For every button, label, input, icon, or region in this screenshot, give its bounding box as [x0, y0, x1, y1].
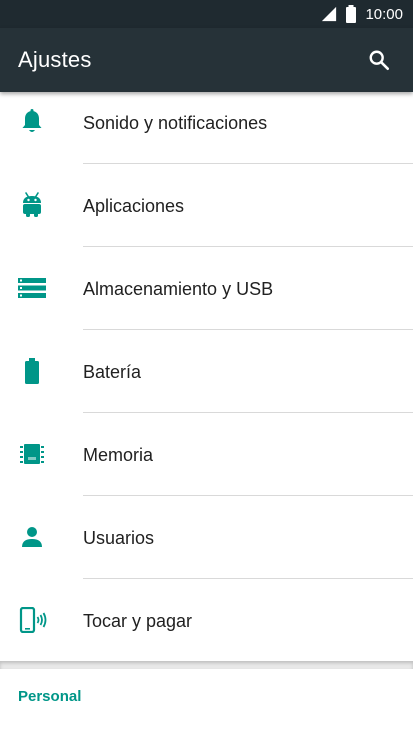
- android-icon: [18, 191, 46, 219]
- app-bar: Ajustes: [0, 28, 413, 92]
- settings-list: Sonido y notificaciones Aplicaciones Alm…: [0, 92, 413, 661]
- settings-item-apps[interactable]: Aplicaciones: [0, 164, 413, 247]
- section-separator: [0, 661, 413, 669]
- settings-item-storage[interactable]: Almacenamiento y USB: [0, 247, 413, 330]
- signal-icon: [321, 5, 337, 23]
- storage-icon: [18, 274, 46, 302]
- status-time: 10:00: [365, 5, 403, 23]
- battery-icon: [18, 357, 46, 385]
- settings-item-label: Usuarios: [83, 528, 155, 548]
- settings-item-label: Memoria: [83, 445, 154, 465]
- settings-item-users[interactable]: Usuarios: [0, 496, 413, 579]
- search-icon: [369, 50, 389, 70]
- person-icon: [18, 523, 46, 551]
- settings-item-battery[interactable]: Batería: [0, 330, 413, 413]
- settings-item-memory[interactable]: Memoria: [0, 413, 413, 496]
- settings-item-label: Almacenamiento y USB: [83, 279, 274, 299]
- settings-item-tap-and-pay[interactable]: Tocar y pagar: [0, 579, 413, 661]
- settings-item-label: Aplicaciones: [83, 196, 185, 216]
- tap-and-pay-icon: [18, 606, 48, 634]
- bell-icon: [18, 108, 46, 136]
- settings-item-sound[interactable]: Sonido y notificaciones: [0, 92, 413, 164]
- settings-item-label: Batería: [83, 362, 142, 382]
- memory-chip-icon: [18, 440, 46, 468]
- status-bar: 10:00: [0, 0, 413, 28]
- battery-icon: [343, 5, 359, 23]
- search-button[interactable]: [361, 42, 397, 78]
- section-header-personal: Personal: [18, 688, 82, 705]
- page-title: Ajustes: [18, 47, 92, 72]
- settings-item-label: Tocar y pagar: [83, 611, 193, 631]
- settings-item-label: Sonido y notificaciones: [83, 113, 268, 133]
